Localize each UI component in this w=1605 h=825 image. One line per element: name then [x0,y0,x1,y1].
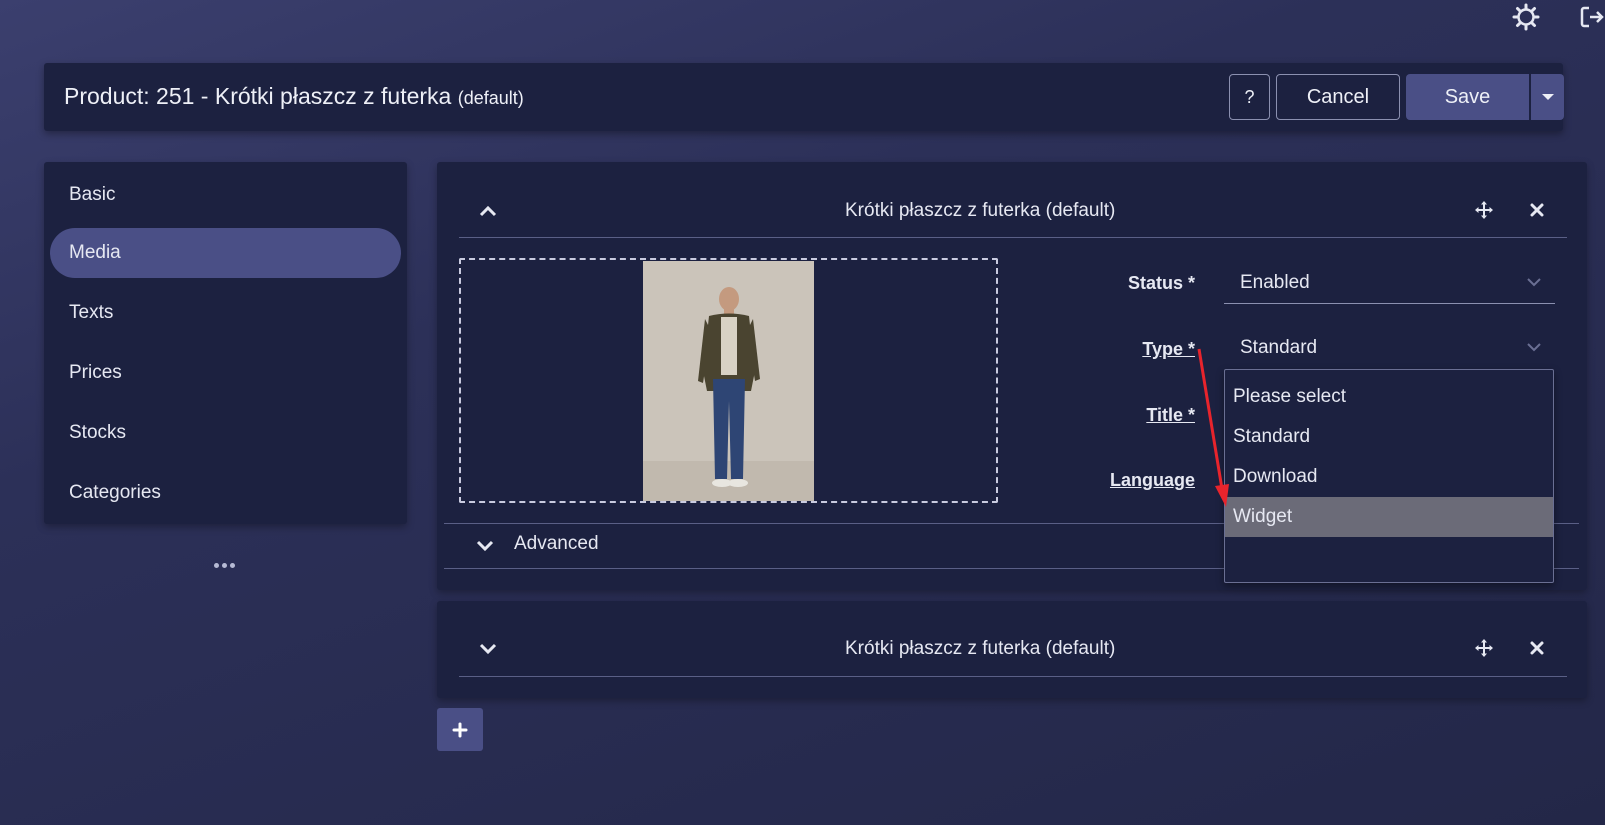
sidebar-item-label: Stocks [69,422,127,443]
media-item-title: Krótki płaszcz z futerka (default) [845,200,1116,221]
sidebar-item-categories[interactable]: Categories [50,468,401,518]
type-option-widget[interactable]: Widget [1225,497,1553,537]
media-item-title: Krótki płaszcz z futerka (default) [845,638,1116,659]
sidebar-item-stocks[interactable]: Stocks [50,408,401,458]
more-dots-icon[interactable] [214,559,236,571]
caret-down-icon [1541,94,1554,100]
status-select[interactable]: Enabled [1224,262,1555,304]
title-label: Title * [1146,405,1195,425]
type-label: Type * [1142,339,1195,359]
help-button[interactable]: ? [1229,74,1270,120]
plus-icon [452,722,468,737]
sidebar-item-label: Texts [69,302,114,323]
divider [459,237,1567,238]
status-label: Status * [1127,273,1195,293]
logout-icon[interactable] [1580,2,1605,32]
sidebar-item-prices[interactable]: Prices [50,348,401,398]
close-icon[interactable] [1526,199,1548,221]
status-value: Enabled [1240,272,1310,293]
page-header: Product: 251 - Krótki płaszcz z futerka … [44,63,1564,131]
type-value: Standard [1240,337,1318,358]
type-option-please-select[interactable]: Please select [1225,377,1553,417]
sidebar-item-media[interactable]: Media [50,228,401,278]
type-option-download[interactable]: Download [1225,457,1553,497]
move-icon[interactable] [1473,199,1495,221]
chevron-down-icon[interactable] [477,638,499,660]
sidebar: Basic Media Texts Prices Stocks Categori… [44,162,407,524]
advanced-toggle[interactable]: Advanced [514,533,599,555]
type-select[interactable]: Standard [1224,327,1555,369]
sidebar-item-texts[interactable]: Texts [50,288,401,338]
sidebar-item-label: Categories [69,482,161,503]
sidebar-item-label: Media [69,242,121,263]
type-dropdown-menu: Please select Standard Download Widget [1224,369,1554,583]
product-title-suffix: (default) [457,88,524,108]
sidebar-item-label: Basic [69,184,116,205]
page-title: Product: 251 - Krótki płaszcz z futerka … [64,83,524,110]
close-icon[interactable] [1526,637,1548,659]
product-image[interactable] [643,261,814,501]
cancel-button[interactable]: Cancel [1276,74,1400,120]
gear-icon[interactable] [1511,2,1541,32]
divider [459,676,1567,677]
chevron-down-icon [1527,339,1541,357]
add-media-button[interactable] [437,708,483,751]
chevron-down-icon[interactable] [474,535,496,557]
chevron-up-icon[interactable] [477,200,499,222]
product-title: Product: 251 - Krótki płaszcz z futerka [64,83,452,109]
save-button[interactable]: Save [1406,74,1529,120]
sidebar-item-label: Prices [69,362,122,383]
save-options-button[interactable] [1531,74,1564,120]
language-label: Language [1109,470,1195,490]
type-option-standard[interactable]: Standard [1225,417,1553,457]
sidebar-item-basic[interactable]: Basic [50,170,401,220]
move-icon[interactable] [1473,637,1495,659]
chevron-down-icon [1527,274,1541,292]
